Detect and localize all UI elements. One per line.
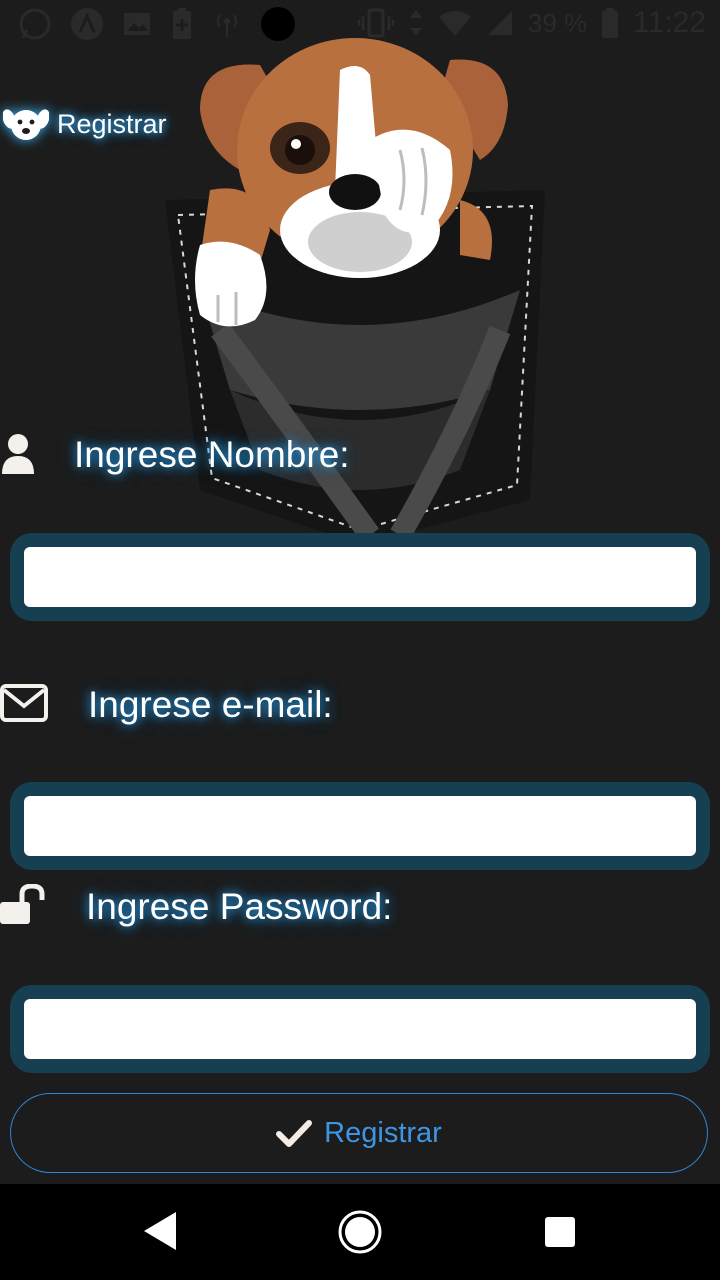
email-input[interactable]	[24, 796, 696, 856]
check-icon	[276, 1120, 313, 1147]
password-input-frame	[10, 985, 710, 1073]
user-icon	[2, 434, 34, 474]
name-input[interactable]	[24, 547, 696, 607]
battery-icon	[602, 8, 619, 38]
home-icon[interactable]	[337, 1209, 383, 1255]
dog-face-icon	[3, 109, 49, 140]
navigation-bar	[0, 1184, 720, 1280]
page-title: Registrar	[57, 108, 167, 139]
clock: 11:22	[633, 6, 706, 39]
envelope-icon	[0, 684, 48, 722]
password-label: Ingrese Password:	[86, 886, 393, 927]
recents-icon[interactable]	[544, 1216, 576, 1248]
email-input-frame	[10, 782, 710, 870]
app-header: Registrar	[3, 104, 167, 144]
name-input-frame	[10, 533, 710, 621]
name-label: Ingrese Nombre:	[74, 434, 350, 475]
register-button-label: Registrar	[324, 1116, 442, 1149]
unlock-icon	[0, 884, 45, 924]
password-input[interactable]	[24, 999, 696, 1059]
back-icon[interactable]	[142, 1210, 178, 1252]
whatsapp-icon	[19, 8, 51, 40]
gallery-icon	[124, 13, 150, 35]
app-icon	[71, 8, 103, 40]
register-button[interactable]: Registrar	[10, 1093, 708, 1173]
email-label: Ingrese e-mail:	[88, 684, 333, 725]
